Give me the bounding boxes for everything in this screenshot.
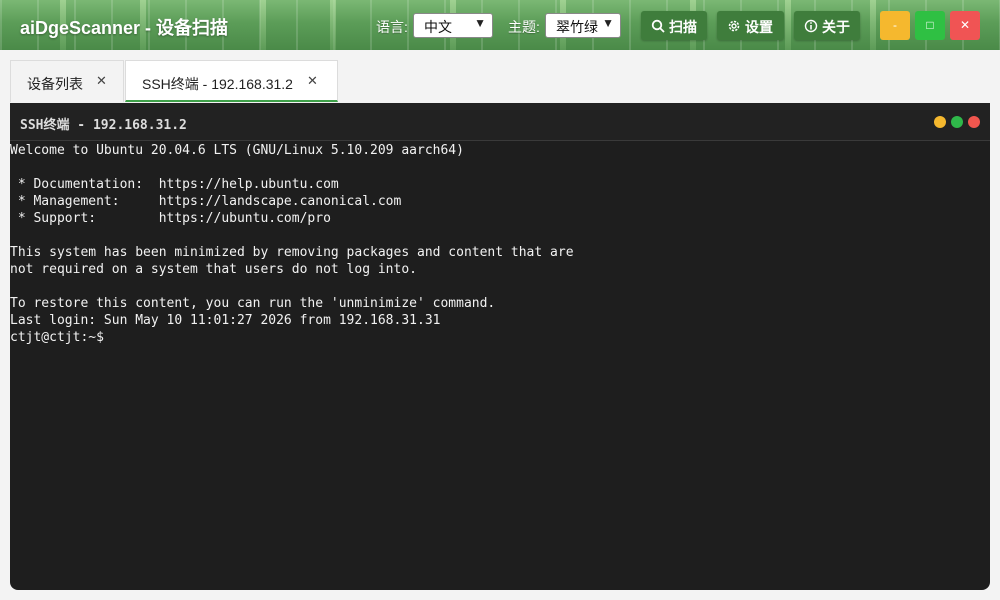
terminal-line: Welcome to Ubuntu 20.04.6 LTS (GNU/Linux… [10, 143, 464, 158]
search-icon [651, 19, 665, 33]
terminal-title: SSH终端 - 192.168.31.2 [20, 118, 187, 133]
green-dot-icon [951, 116, 963, 128]
close-button[interactable]: ✕ [950, 11, 980, 40]
about-button[interactable]: 关于 [794, 11, 860, 40]
tab-ssh-terminal[interactable]: SSH终端 - 192.168.31.2 ✕ [125, 60, 338, 102]
close-icon[interactable]: ✕ [96, 73, 107, 89]
language-select[interactable]: 中文 ▼ [413, 13, 493, 38]
tab-label: 设备列表 [27, 76, 83, 92]
ssh-terminal[interactable]: SSH终端 - 192.168.31.2 Welcome to Ubuntu 2… [10, 103, 990, 590]
terminal-output[interactable]: Welcome to Ubuntu 20.04.6 LTS (GNU/Linux… [10, 141, 990, 346]
bamboo-decoration [330, 0, 336, 50]
maximize-button[interactable]: □ [915, 11, 945, 40]
terminal-line: To restore this content, you can run the… [10, 296, 496, 311]
bamboo-decoration [870, 0, 876, 50]
terminal-line: * Documentation: https://help.ubuntu.com [10, 177, 339, 192]
theme-label: 主题: [508, 19, 540, 35]
chevron-down-icon: ▼ [474, 16, 486, 30]
gear-icon [728, 20, 740, 32]
title-bar: aiDgeScanner - 设备扫描 语言: 中文 ▼ 主题: 翠竹绿 ▼ 扫… [0, 0, 1000, 50]
terminal-line: * Management: https://landscape.canonica… [10, 194, 402, 209]
yellow-dot-icon [934, 116, 946, 128]
close-icon[interactable]: ✕ [307, 73, 318, 89]
tab-label: SSH终端 - 192.168.31.2 [142, 76, 293, 92]
language-select-value: 中文 [424, 19, 452, 35]
terminal-line: * Support: https://ubuntu.com/pro [10, 211, 331, 226]
chevron-down-icon: ▼ [602, 16, 614, 30]
info-icon [804, 19, 818, 33]
settings-button-label: 设置 [745, 19, 773, 35]
theme-select[interactable]: 翠竹绿 ▼ [545, 13, 621, 38]
about-button-label: 关于 [822, 19, 850, 35]
terminal-line: not required on a system that users do n… [10, 262, 417, 277]
terminal-line: This system has been minimized by removi… [10, 245, 574, 260]
theme-select-value: 翠竹绿 [556, 19, 598, 35]
red-dot-icon [968, 116, 980, 128]
terminal-prompt[interactable]: ctjt@ctjt:~$ [10, 329, 990, 346]
bamboo-decoration [785, 0, 791, 50]
scan-button[interactable]: 扫描 [641, 11, 707, 40]
minimize-button[interactable]: - [880, 11, 910, 40]
language-label: 语言: [376, 19, 408, 35]
scan-button-label: 扫描 [669, 19, 697, 35]
terminal-header: SSH终端 - 192.168.31.2 [10, 103, 990, 141]
settings-button[interactable]: 设置 [717, 11, 784, 40]
bamboo-decoration [260, 0, 266, 50]
terminal-line: Last login: Sun May 10 11:01:27 2026 fro… [10, 313, 441, 328]
tab-bar: 设备列表 ✕ SSH终端 - 192.168.31.2 ✕ [0, 50, 1000, 102]
tab-device-list[interactable]: 设备列表 ✕ [10, 60, 124, 102]
app-title: aiDgeScanner - 设备扫描 [20, 18, 229, 38]
